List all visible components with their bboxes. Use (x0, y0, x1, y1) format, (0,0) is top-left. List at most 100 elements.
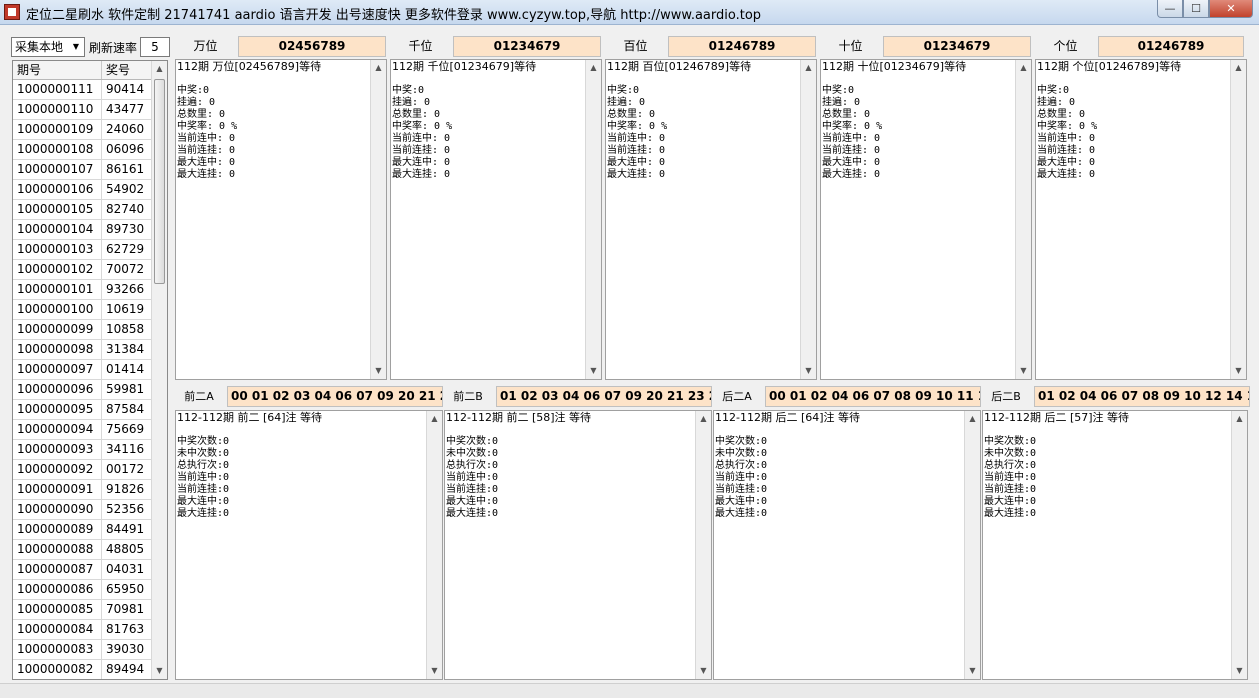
table-row[interactable]: 1000000108 06096 (13, 140, 153, 160)
scroll-down-icon[interactable]: ▼ (801, 363, 816, 379)
text-scrollbar[interactable]: ▲ ▼ (695, 411, 711, 679)
table-row[interactable]: 1000000104 89730 (13, 220, 153, 240)
scroll-up-icon[interactable]: ▲ (801, 60, 816, 76)
table-row[interactable]: 1000000109 24060 (13, 120, 153, 140)
history-scrollbar[interactable]: ▲ ▼ (151, 61, 167, 679)
scroll-up-icon[interactable]: ▲ (1232, 411, 1247, 427)
table-row[interactable]: 1000000091 91826 (13, 480, 153, 500)
table-row[interactable]: 1000000092 00172 (13, 460, 153, 480)
table-row[interactable]: 1000000106 54902 (13, 180, 153, 200)
table-row[interactable]: 1000000088 48805 (13, 540, 153, 560)
scroll-up-icon[interactable]: ▲ (965, 411, 980, 427)
text-scrollbar[interactable]: ▲ ▼ (1230, 60, 1246, 379)
group-log[interactable]: 112-112期 后二 [57]注 等待 中奖次数:0 未中次数:0 总执行次:0 当前… (982, 410, 1248, 680)
table-row[interactable]: 1000000099 10858 (13, 320, 153, 340)
numbers-input[interactable]: 01 02 03 04 06 07 09 20 21 23 24 26 (496, 386, 712, 407)
period-cell: 1000000093 (13, 440, 102, 459)
scroll-up-icon[interactable]: ▲ (371, 60, 386, 76)
table-row[interactable]: 1000000095 87584 (13, 400, 153, 420)
minimize-button[interactable]: — (1157, 0, 1183, 18)
numbers-input[interactable]: 00 01 02 03 04 06 07 09 20 21 22 23 (227, 386, 443, 407)
table-row[interactable]: 1000000082 89494 (13, 660, 153, 679)
numbers-input[interactable]: 00 01 02 04 06 07 08 09 10 11 12 14 (765, 386, 981, 407)
number-cell: 04031 (102, 560, 153, 579)
group-log[interactable]: 112-112期 前二 [58]注 等待 中奖次数:0 未中次数:0 总执行次:0 当前… (444, 410, 712, 680)
period-cell: 1000000095 (13, 400, 102, 419)
text-scrollbar[interactable]: ▲ ▼ (1015, 60, 1031, 379)
stat-line: 总数里: 0 (392, 109, 441, 120)
table-row[interactable]: 1000000085 70981 (13, 600, 153, 620)
position-log[interactable]: 112期 万位[02456789]等待 中奖:0 挂遍: 0 总数里: 0 中奖率: 0… (175, 59, 387, 380)
digits-input[interactable]: 01246789 (1098, 36, 1244, 57)
source-select[interactable]: 采集本地 ▼ (11, 37, 85, 57)
position-log[interactable]: 112期 百位[01246789]等待 中奖:0 挂遍: 0 总数里: 0 中奖率: 0… (605, 59, 817, 380)
digits-input[interactable]: 02456789 (238, 36, 386, 57)
scroll-down-icon[interactable]: ▼ (696, 663, 711, 679)
scroll-up-icon[interactable]: ▲ (1231, 60, 1246, 76)
scroll-down-icon[interactable]: ▼ (1016, 363, 1031, 379)
scroll-down-icon[interactable]: ▼ (965, 663, 980, 679)
numbers-input[interactable]: 01 02 04 06 07 08 09 10 12 14 16 17 (1034, 386, 1250, 407)
history-list[interactable]: 期号 奖号 1000000111 90414 1000000110 43477 1000… (12, 60, 168, 680)
digits-input[interactable]: 01246789 (668, 36, 816, 57)
table-row[interactable]: 1000000090 52356 (13, 500, 153, 520)
table-row[interactable]: 1000000098 31384 (13, 340, 153, 360)
scroll-down-icon[interactable]: ▼ (371, 363, 386, 379)
refresh-rate-input[interactable]: 5 (140, 37, 170, 57)
scroll-up-icon[interactable]: ▲ (427, 411, 442, 427)
column-header-number[interactable]: 奖号 (102, 61, 153, 79)
column-header-period[interactable]: 期号 (13, 61, 102, 79)
table-row[interactable]: 1000000089 84491 (13, 520, 153, 540)
table-row[interactable]: 1000000083 39030 (13, 640, 153, 660)
table-row[interactable]: 1000000096 59981 (13, 380, 153, 400)
digits-input[interactable]: 01234679 (453, 36, 601, 57)
table-row[interactable]: 1000000107 86161 (13, 160, 153, 180)
position-log[interactable]: 112期 千位[01234679]等待 中奖:0 挂遍: 0 总数里: 0 中奖率: 0… (390, 59, 602, 380)
table-row[interactable]: 1000000101 93266 (13, 280, 153, 300)
text-scrollbar[interactable]: ▲ ▼ (1231, 411, 1247, 679)
table-row[interactable]: 1000000110 43477 (13, 100, 153, 120)
text-scrollbar[interactable]: ▲ ▼ (370, 60, 386, 379)
table-row[interactable]: 1000000084 81763 (13, 620, 153, 640)
table-row[interactable]: 1000000087 04031 (13, 560, 153, 580)
maximize-button[interactable]: ☐ (1183, 0, 1209, 18)
text-scrollbar[interactable]: ▲ ▼ (426, 411, 442, 679)
table-row[interactable]: 1000000103 62729 (13, 240, 153, 260)
digits-input[interactable]: 01234679 (883, 36, 1031, 57)
scroll-down-icon[interactable]: ▼ (1231, 363, 1246, 379)
text-scrollbar[interactable]: ▲ ▼ (800, 60, 816, 379)
scroll-down-icon[interactable]: ▼ (152, 663, 167, 679)
scroll-up-icon[interactable]: ▲ (696, 411, 711, 427)
number-cell: 84491 (102, 520, 153, 539)
text-scrollbar[interactable]: ▲ ▼ (585, 60, 601, 379)
table-row[interactable]: 1000000086 65950 (13, 580, 153, 600)
scroll-up-icon[interactable]: ▲ (1016, 60, 1031, 76)
period-cell: 1000000104 (13, 220, 102, 239)
table-row[interactable]: 1000000100 10619 (13, 300, 153, 320)
position-log[interactable]: 112期 十位[01234679]等待 中奖:0 挂遍: 0 总数里: 0 中奖率: 0… (820, 59, 1032, 380)
stat-line: 最大连挂:0 (715, 508, 768, 519)
table-row[interactable]: 1000000093 34116 (13, 440, 153, 460)
table-row[interactable]: 1000000094 75669 (13, 420, 153, 440)
scroll-thumb[interactable] (154, 79, 165, 284)
scroll-down-icon[interactable]: ▼ (586, 363, 601, 379)
stat-line: 总数里: 0 (607, 109, 656, 120)
stat-line: 总执行次:0 (984, 460, 1037, 471)
text-scrollbar[interactable]: ▲ ▼ (964, 411, 980, 679)
group-log[interactable]: 112-112期 前二 [64]注 等待 中奖次数:0 未中次数:0 总执行次:0 当前… (175, 410, 443, 680)
period-cell: 1000000096 (13, 380, 102, 399)
table-row[interactable]: 1000000111 90414 (13, 80, 153, 100)
table-row[interactable]: 1000000102 70072 (13, 260, 153, 280)
close-button[interactable]: ✕ (1209, 0, 1253, 18)
stat-line: 最大连中:0 (984, 496, 1037, 507)
group-label: 后二A (722, 390, 752, 403)
scroll-up-icon[interactable]: ▲ (152, 61, 167, 77)
period-cell: 1000000102 (13, 260, 102, 279)
group-log[interactable]: 112-112期 后二 [64]注 等待 中奖次数:0 未中次数:0 总执行次:0 当前… (713, 410, 981, 680)
scroll-down-icon[interactable]: ▼ (1232, 663, 1247, 679)
scroll-down-icon[interactable]: ▼ (427, 663, 442, 679)
scroll-up-icon[interactable]: ▲ (586, 60, 601, 76)
table-row[interactable]: 1000000105 82740 (13, 200, 153, 220)
table-row[interactable]: 1000000097 01414 (13, 360, 153, 380)
position-log[interactable]: 112期 个位[01246789]等待 中奖:0 挂遍: 0 总数里: 0 中奖率: 0… (1035, 59, 1247, 380)
